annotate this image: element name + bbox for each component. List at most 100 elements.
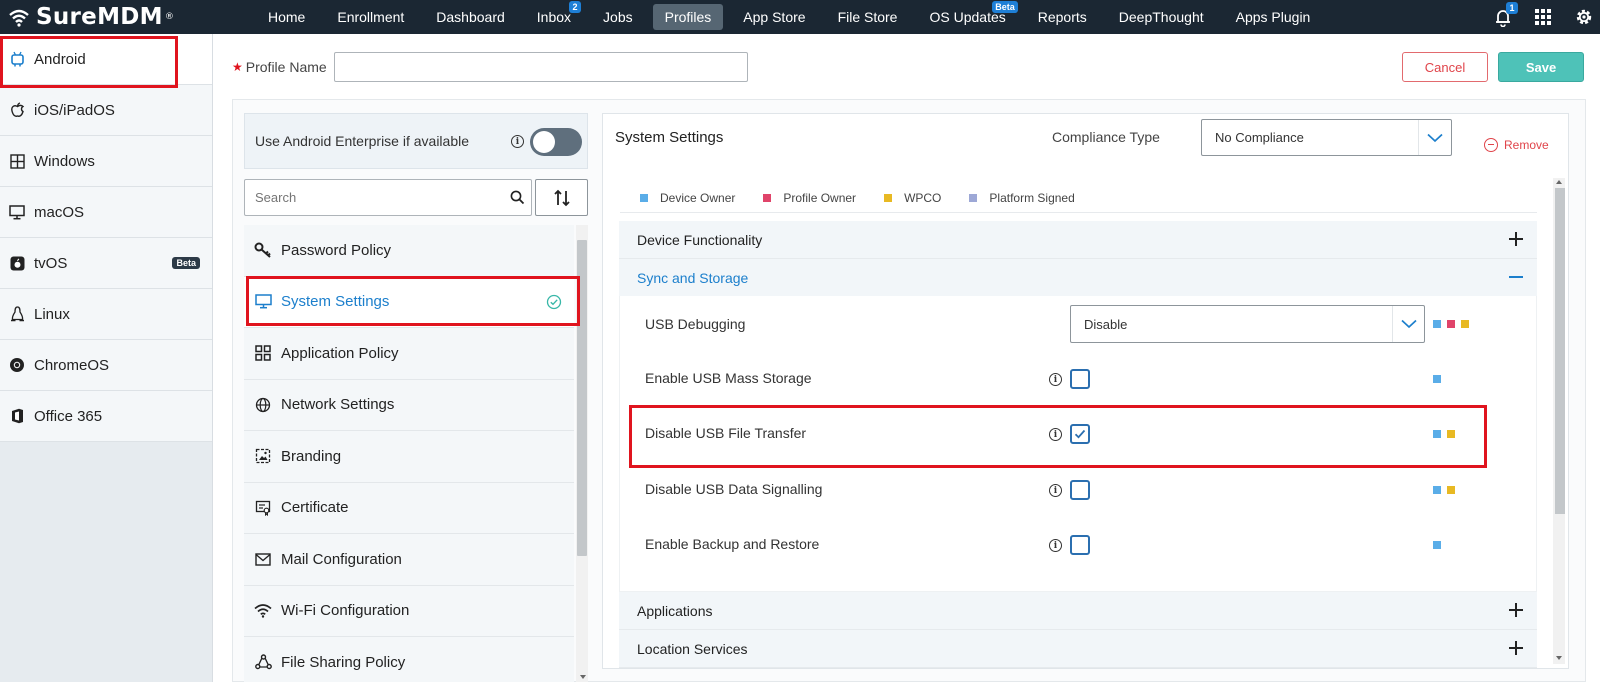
plus-icon[interactable] [1509,641,1523,655]
policy-item-network-settings[interactable]: Network Settings [244,379,574,431]
nav-deepthought[interactable]: DeepThought [1107,4,1216,30]
legend-label: Device Owner [660,190,736,205]
nav-file-store[interactable]: File Store [826,4,910,30]
nav-dashboard[interactable]: Dashboard [424,4,517,30]
remove-label: Remove [1504,138,1549,152]
scroll-down-arrow[interactable] [1556,656,1562,660]
tag-device-owner [1433,541,1441,549]
info-icon[interactable]: i [1049,484,1062,497]
nav-enrollment[interactable]: Enrollment [325,4,416,30]
os-item-ios[interactable]: iOS/iPadOS [0,85,212,136]
gear-icon[interactable] [1574,7,1594,27]
cancel-button[interactable]: Cancel [1402,52,1488,82]
profile-name-input[interactable] [333,52,748,82]
enable-backup-restore-checkbox[interactable] [1070,535,1090,555]
minus-icon[interactable] [1509,270,1523,284]
app-logo[interactable]: SureMDM ® [8,2,174,32]
settings-scrollbar[interactable] [1555,188,1565,514]
policy-item-application-policy[interactable]: Application Policy [244,328,574,380]
legend-device-owner: Device Owner [640,191,735,205]
os-item-macos[interactable]: macOS [0,187,212,238]
policy-list-scrollbar[interactable] [577,240,587,556]
section-sync-and-storage[interactable]: Sync and Storage [619,259,1537,297]
scroll-up-arrow[interactable] [1556,180,1562,184]
apps-grid-icon[interactable] [1534,8,1552,26]
policy-item-password[interactable]: Password Policy [244,225,574,277]
section-applications[interactable]: Applications [619,592,1537,630]
tag-device-owner [1433,375,1441,383]
profile-name-row: ★ Profile Name [232,52,748,82]
scroll-down-arrow[interactable] [580,675,586,679]
os-item-linux[interactable]: Linux [0,289,212,340]
mail-icon [254,550,272,568]
tag-device-owner [1433,486,1441,494]
chrome-icon [9,357,25,373]
save-button[interactable]: Save [1498,52,1584,82]
compliance-type-select[interactable]: No Compliance [1201,119,1452,156]
policy-item-branding[interactable]: Branding [244,431,574,483]
nav-os-updates[interactable]: OS Updates Beta [917,1,1018,30]
usb-debugging-select[interactable]: Disable [1070,305,1425,343]
plus-icon[interactable] [1509,603,1523,617]
policy-item-system-settings[interactable]: System Settings [244,276,574,328]
policy-item-file-sharing[interactable]: File Sharing Policy [244,637,574,682]
android-enterprise-toggle[interactable] [530,128,582,156]
owner-tags [1433,541,1447,549]
nav-app-store[interactable]: App Store [731,4,817,30]
disable-usb-file-transfer-checkbox[interactable] [1070,424,1090,444]
bell-icon[interactable]: 1 [1494,1,1518,27]
os-item-windows[interactable]: Windows [0,136,212,187]
legend-profile-owner: Profile Owner [763,191,856,205]
os-item-tvos[interactable]: tvOS Beta [0,238,212,289]
info-icon[interactable]: i [1049,428,1062,441]
compliance-type-value: No Compliance [1215,130,1304,145]
info-icon[interactable]: i [1049,539,1062,552]
section-location-services[interactable]: Location Services [619,630,1537,668]
nav-profiles[interactable]: Profiles [652,4,724,30]
chevron-down-icon [1418,120,1451,155]
owner-tags [1433,486,1461,494]
sort-button[interactable] [535,179,588,216]
remove-button[interactable]: Remove [1484,138,1549,152]
search-icon[interactable] [510,190,525,210]
policy-item-wifi-configuration[interactable]: Wi-Fi Configuration [244,585,574,637]
section-label: Device Functionality [637,231,763,248]
legend-swatch [640,193,648,202]
tag-wpco [1447,430,1455,438]
office-icon [9,408,25,424]
tag-profile-owner [1447,320,1455,328]
panel-title: System Settings [615,129,724,146]
minus-circle-icon [1484,138,1498,152]
policy-item-mail-configuration[interactable]: Mail Configuration [244,534,574,586]
nav-reports[interactable]: Reports [1026,4,1099,30]
policy-label: File Sharing Policy [281,653,406,671]
nav-apps-plugin[interactable]: Apps Plugin [1224,4,1323,30]
os-label: tvOS [34,254,68,272]
policy-search-box [244,179,532,216]
checkmark-icon [1074,429,1086,439]
os-label: Linux [34,305,70,323]
legend-swatch [969,193,978,202]
os-label: Android [34,50,86,68]
os-item-chromeos[interactable]: ChromeOS [0,340,212,391]
info-icon[interactable]: i [1049,373,1062,386]
nav-inbox[interactable]: Inbox 2 [525,1,583,30]
os-item-office365[interactable]: Office 365 [0,391,212,442]
enable-usb-mass-storage-checkbox[interactable] [1070,369,1090,389]
os-updates-beta-badge: Beta [992,1,1018,13]
nav-jobs[interactable]: Jobs [591,4,645,30]
nav-home[interactable]: Home [256,4,317,30]
section-device-functionality[interactable]: Device Functionality [619,221,1537,259]
tag-device-owner [1433,430,1441,438]
policy-search-input[interactable] [245,180,485,215]
legend-label: Profile Owner [783,190,857,205]
section-label: Sync and Storage [637,269,749,286]
policy-label: Password Policy [281,241,392,259]
os-item-android[interactable]: Android [0,34,212,85]
plus-icon[interactable] [1509,232,1523,246]
os-label: Windows [34,152,95,170]
disable-usb-data-signalling-checkbox[interactable] [1070,480,1090,500]
legend-label: Platform Signed [989,190,1075,205]
policy-item-certificate[interactable]: Certificate [244,482,574,534]
info-icon[interactable]: i [511,135,524,148]
